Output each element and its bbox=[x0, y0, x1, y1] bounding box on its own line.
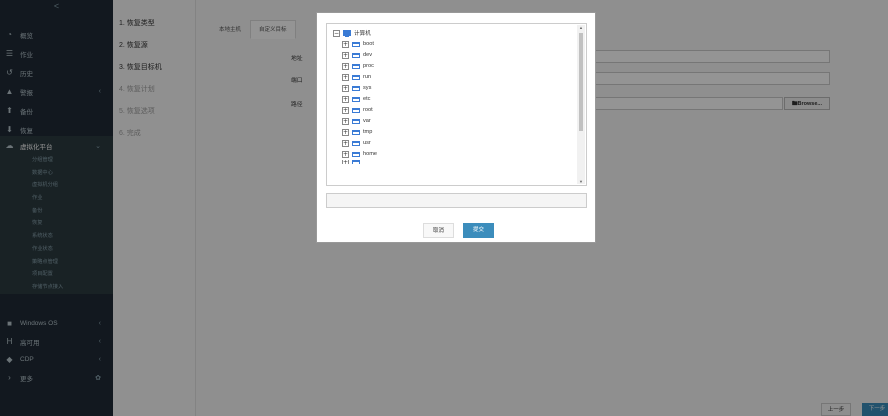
tree-root-node[interactable]: − 计算机 bbox=[333, 28, 371, 38]
tree-scrollbar[interactable]: ▲ ▼ bbox=[577, 25, 585, 184]
tree-node[interactable]: + dev bbox=[342, 50, 372, 60]
disk-icon bbox=[352, 85, 360, 91]
expand-toggle-icon[interactable]: + bbox=[342, 139, 349, 147]
disk-icon bbox=[352, 140, 360, 146]
directory-tree: − 计算机 + boot + dev + proc + run + sys + … bbox=[326, 23, 587, 186]
tree-node-label: 计算机 bbox=[354, 31, 371, 37]
tree-node[interactable]: + tmp bbox=[342, 127, 372, 137]
expand-toggle-icon[interactable]: + bbox=[342, 62, 349, 70]
tree-node-label: sys bbox=[363, 85, 372, 91]
tree-node[interactable]: + run bbox=[342, 72, 371, 82]
expand-toggle-icon[interactable]: + bbox=[342, 117, 349, 125]
tree-node-partial: + bbox=[342, 160, 363, 164]
tree-node-label: proc bbox=[363, 63, 374, 69]
tree-node[interactable]: + root bbox=[342, 105, 373, 115]
cancel-button[interactable]: 取消 bbox=[423, 223, 454, 238]
expand-toggle-icon[interactable]: + bbox=[342, 84, 349, 92]
expand-toggle-icon[interactable]: + bbox=[342, 95, 349, 103]
expand-toggle-icon[interactable]: + bbox=[342, 40, 349, 48]
disk-icon bbox=[352, 151, 360, 157]
expand-toggle-icon[interactable]: + bbox=[342, 73, 349, 81]
tree-node[interactable]: + home bbox=[342, 149, 377, 159]
computer-icon bbox=[343, 30, 351, 37]
tree-node-label: home bbox=[363, 151, 377, 157]
tree-node-label: run bbox=[363, 74, 372, 80]
disk-icon bbox=[352, 74, 360, 80]
tree-node-label: etc bbox=[363, 96, 371, 102]
disk-icon bbox=[352, 52, 360, 58]
submit-button[interactable]: 提交 bbox=[463, 223, 494, 238]
tree-node[interactable]: + proc bbox=[342, 61, 374, 71]
scrollbar-thumb[interactable] bbox=[579, 33, 583, 131]
scroll-up-icon[interactable]: ▲ bbox=[578, 25, 584, 30]
tree-node[interactable]: + usr bbox=[342, 138, 371, 148]
tree-node[interactable]: + var bbox=[342, 116, 371, 126]
expand-toggle-icon[interactable]: + bbox=[342, 128, 349, 136]
tree-node-label: root bbox=[363, 107, 373, 113]
disk-icon bbox=[352, 41, 360, 47]
disk-icon bbox=[352, 160, 360, 164]
tree-node-label: var bbox=[363, 118, 371, 124]
tree-node[interactable]: + boot bbox=[342, 39, 374, 49]
tree-node[interactable]: + sys bbox=[342, 83, 371, 93]
tree-node-label: tmp bbox=[363, 129, 373, 135]
selected-path-field[interactable] bbox=[326, 193, 587, 208]
expand-toggle-icon[interactable]: + bbox=[342, 51, 349, 59]
directory-picker-dialog: − 计算机 + boot + dev + proc + run + sys + … bbox=[316, 12, 596, 243]
disk-icon bbox=[352, 107, 360, 113]
collapse-toggle-icon[interactable]: − bbox=[333, 29, 340, 37]
tree-node[interactable]: + etc bbox=[342, 94, 370, 104]
expand-toggle-icon[interactable]: + bbox=[342, 150, 349, 158]
disk-icon bbox=[352, 129, 360, 135]
tree-node-label: dev bbox=[363, 52, 373, 58]
scroll-down-icon[interactable]: ▼ bbox=[578, 179, 584, 184]
disk-icon bbox=[352, 118, 360, 124]
expand-toggle-icon[interactable]: + bbox=[342, 106, 349, 114]
tree-node-label: boot bbox=[363, 41, 374, 47]
disk-icon bbox=[352, 63, 360, 69]
expand-toggle-icon: + bbox=[342, 160, 349, 164]
disk-icon bbox=[352, 96, 360, 102]
tree-node-label: usr bbox=[363, 140, 371, 146]
